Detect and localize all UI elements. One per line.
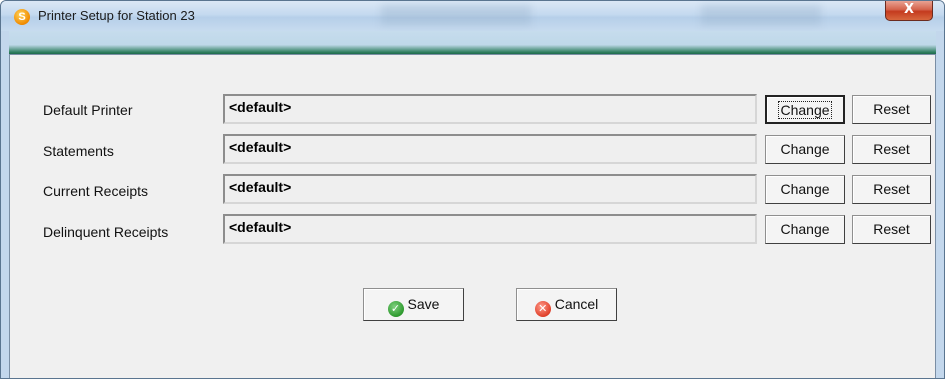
statements-change-button[interactable]: Change	[765, 135, 845, 164]
statements-reset-button[interactable]: Reset	[852, 135, 931, 164]
current-receipts-printer-field: <default>	[223, 174, 757, 204]
delinquent-receipts-change-button[interactable]: Change	[765, 215, 845, 244]
check-circle-icon: ✓	[387, 301, 404, 317]
statements-label: Statements	[43, 143, 114, 159]
close-button[interactable]: X	[885, 1, 933, 21]
current-receipts-reset-button[interactable]: Reset	[852, 175, 931, 204]
save-button-label: Save	[407, 296, 440, 312]
window-title: Printer Setup for Station 23	[38, 8, 195, 23]
default-printer-change-button[interactable]: Change	[765, 95, 845, 124]
default-printer-label: Default Printer	[43, 102, 133, 118]
cancel-button[interactable]: ✕ Cancel	[516, 288, 617, 321]
delinquent-receipts-printer-field: <default>	[223, 214, 757, 244]
title-bar[interactable]: S Printer Setup for Station 23 X	[1, 1, 944, 31]
x-circle-icon: ✕	[534, 301, 551, 317]
titlebar-blur-2	[701, 5, 821, 25]
default-printer-field: <default>	[223, 94, 757, 124]
header-accent-band	[9, 31, 936, 54]
printer-setup-window: S Printer Setup for Station 23 X Default…	[0, 0, 945, 379]
close-icon: X	[903, 2, 915, 17]
current-receipts-label: Current Receipts	[43, 183, 149, 199]
default-printer-reset-button[interactable]: Reset	[852, 95, 931, 124]
cancel-button-label: Cancel	[554, 296, 599, 312]
titlebar-blur-1	[381, 5, 531, 25]
delinquent-receipts-reset-button[interactable]: Reset	[852, 215, 931, 244]
statements-printer-field: <default>	[223, 134, 757, 164]
current-receipts-change-button[interactable]: Change	[765, 175, 845, 204]
save-button[interactable]: ✓ Save	[363, 288, 464, 321]
app-icon: S	[14, 9, 30, 25]
delinquent-receipts-label: Delinquent Receipts	[43, 224, 169, 240]
change-button-label: Change	[778, 101, 832, 119]
